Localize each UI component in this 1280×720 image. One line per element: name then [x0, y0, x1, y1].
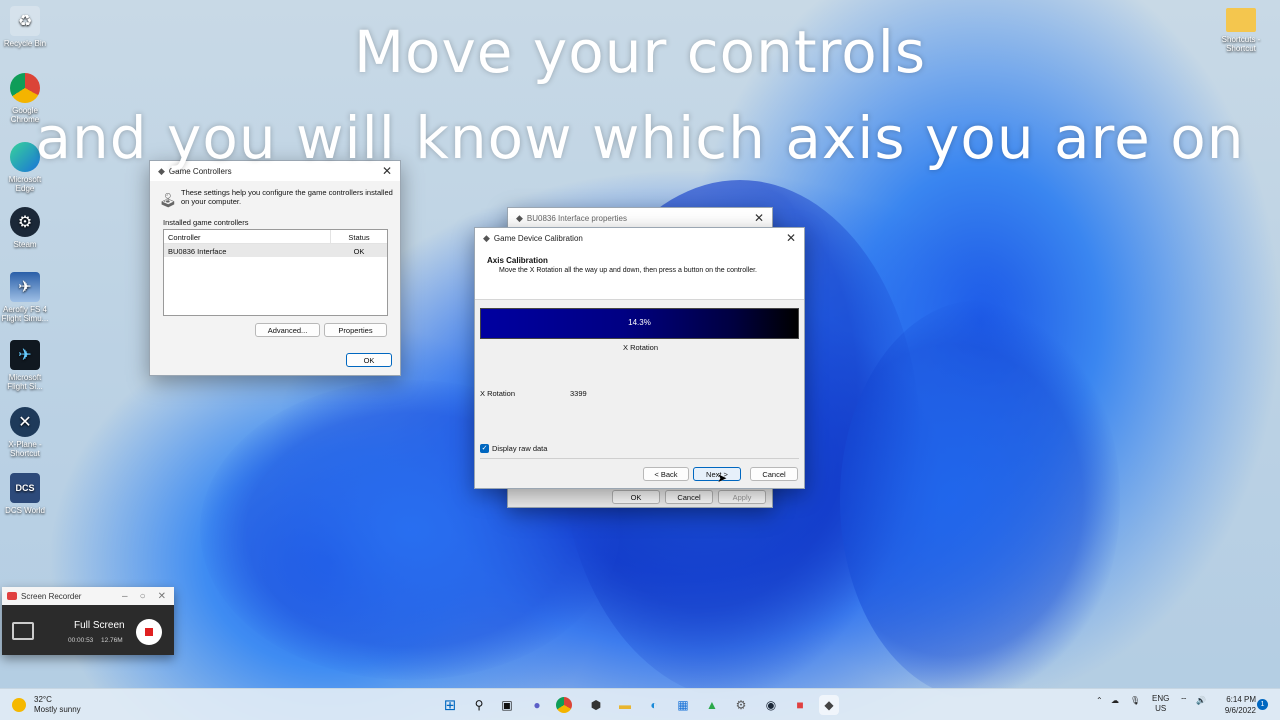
stop-record-button[interactable] [136, 619, 162, 645]
desktop-icon-aerofly[interactable]: ✈ Aerofly FS 4 Flight Simu... [1, 272, 49, 323]
game-controllers-taskbar-icon[interactable]: ◆ [819, 695, 839, 715]
cancel-button[interactable]: Cancel [665, 490, 713, 504]
apply-button[interactable]: Apply [718, 490, 766, 504]
chrome-taskbar-icon[interactable] [556, 697, 572, 713]
calibration-instruction: Move the X Rotation all the way up and d… [499, 267, 757, 274]
microphone-icon[interactable]: 🎙 [1130, 696, 1140, 705]
properties-button[interactable]: Properties [324, 323, 387, 337]
axis-name: X Rotation [622, 343, 659, 352]
calibration-titlebar[interactable]: ◆ Game Device Calibration ✕ [475, 228, 804, 248]
description-text: These settings help you configure the ga… [181, 188, 393, 206]
maximize-icon[interactable]: ○ [140, 591, 146, 602]
properties-titlebar[interactable]: ◆ BU0836 Interface properties ✕ [508, 208, 772, 228]
language-indicator[interactable]: ENG US [1152, 694, 1169, 714]
calibration-window: ◆ Game Device Calibration ✕ Axis Calibra… [474, 227, 805, 489]
wallpaper-petal [840, 300, 1120, 700]
dcs-icon: DCS [10, 473, 40, 503]
recorder-title: Screen Recorder [21, 591, 82, 601]
cloud-icon[interactable]: ☁ [1111, 696, 1119, 705]
joystick-icon: 🕹 [159, 192, 177, 208]
raw-data-label: X Rotation [480, 389, 516, 398]
caption-line-2: and you will know which axis you are on [35, 104, 1245, 172]
axis-progress-percent: 14.3% [628, 318, 651, 327]
column-header-status[interactable]: Status [331, 230, 387, 243]
desktop-icon-dcs[interactable]: DCS DCS World [1, 473, 49, 515]
notification-badge[interactable]: 1 [1257, 699, 1268, 710]
close-icon[interactable]: ✕ [158, 591, 166, 602]
store-icon[interactable]: ▦ [673, 695, 693, 715]
start-icon[interactable]: ⊞ [440, 695, 460, 715]
back-button[interactable]: < Back [643, 467, 689, 481]
chevron-up-icon[interactable]: ⌃ [1096, 696, 1103, 705]
checkmark-icon: ✓ [480, 444, 489, 453]
recorder-size: 12.76M [101, 637, 123, 644]
app-cube-icon[interactable]: ⬢ [586, 695, 606, 715]
recorder-logo-icon [7, 592, 17, 600]
table-row[interactable]: BU0836 Interface OK [164, 244, 387, 257]
chat-icon[interactable]: ● [527, 695, 547, 715]
sun-icon [12, 698, 26, 712]
close-icon[interactable]: ✕ [778, 231, 804, 245]
column-header-controller[interactable]: Controller [164, 230, 331, 243]
calibration-header: Axis Calibration Move the X Rotation all… [475, 248, 804, 300]
advanced-button[interactable]: Advanced... [255, 323, 320, 337]
steam-taskbar-icon[interactable]: ◉ [761, 695, 781, 715]
recorder-titlebar[interactable]: Screen Recorder – ○ ✕ [2, 587, 174, 605]
wifi-icon[interactable]: ⌔ [1180, 696, 1188, 706]
display-raw-label: Display raw data [492, 444, 548, 453]
window-title: Game Device Calibration [493, 233, 583, 243]
weather-condition: Mostly sunny [34, 705, 81, 714]
window-title: BU0836 Interface properties [526, 213, 627, 223]
xbox-icon[interactable]: ▲ [702, 695, 722, 715]
minimize-icon[interactable]: – [122, 591, 128, 602]
weather-widget[interactable]: 32°C Mostly sunny [12, 695, 81, 715]
xplane-icon: ✕ [10, 407, 40, 437]
settings-icon[interactable]: ⚙ [731, 695, 751, 715]
gamepad-icon: ◆ [483, 232, 490, 243]
taskbar: 32°C Mostly sunny ⊞ ⚲ ▣ ● ⬢ ▬ ◐ ▦ ▲ ⚙ ◉ … [0, 688, 1280, 720]
cancel-button[interactable]: Cancel [750, 467, 798, 481]
controller-name: BU0836 Interface [168, 247, 227, 256]
weather-temperature: 32°C [34, 695, 52, 704]
ok-button[interactable]: OK [346, 353, 392, 367]
monitor-icon [12, 622, 34, 640]
search-icon[interactable]: ⚲ [469, 695, 489, 715]
close-icon[interactable]: ✕ [746, 211, 772, 225]
caption-line-1: Move your controls [353, 18, 927, 86]
display-raw-checkbox[interactable]: ✓ Display raw data [480, 444, 547, 453]
screen-recorder-widget: Screen Recorder – ○ ✕ Full Screen 00:00:… [2, 587, 174, 655]
controller-list[interactable]: Controller Status BU0836 Interface OK [163, 229, 388, 316]
clock[interactable]: 6:14 PM 9/6/2022 [1216, 694, 1256, 716]
calibration-heading: Axis Calibration [487, 256, 548, 265]
game-controllers-window: ◆ Game Controllers ✕ 🕹 These settings he… [149, 160, 401, 376]
desktop-icon-xplane[interactable]: ✕ X-Plane - Shortcut [1, 407, 49, 458]
ok-button[interactable]: OK [612, 490, 660, 504]
divider [480, 458, 799, 459]
raw-data-value: 3399 [570, 389, 587, 398]
axis-progress-bar: 14.3% [480, 308, 799, 339]
controller-status: OK [353, 247, 365, 256]
list-header: Controller Status [164, 230, 387, 244]
volume-icon[interactable]: 🔊 [1196, 696, 1206, 705]
desktop-icon-steam[interactable]: ⚙ Steam [1, 207, 49, 249]
task-view-icon[interactable]: ▣ [497, 695, 517, 715]
desktop-icon-msfs[interactable]: ✈ Microsoft Flight Si... [1, 340, 49, 391]
file-explorer-icon[interactable]: ▬ [615, 695, 635, 715]
edge-taskbar-icon[interactable]: ◐ [644, 695, 664, 715]
list-label: Installed game controllers [163, 218, 249, 227]
aerofly-icon: ✈ [10, 272, 40, 302]
recorder-mode: Full Screen [74, 620, 125, 631]
recorder-time: 00:00:53 [68, 637, 94, 644]
mouse-cursor-icon: ➤ [717, 471, 728, 485]
recorder-taskbar-icon[interactable]: ■ [790, 695, 810, 715]
msfs-icon: ✈ [10, 340, 40, 370]
gamepad-icon: ◆ [516, 212, 523, 223]
steam-icon: ⚙ [10, 207, 40, 237]
